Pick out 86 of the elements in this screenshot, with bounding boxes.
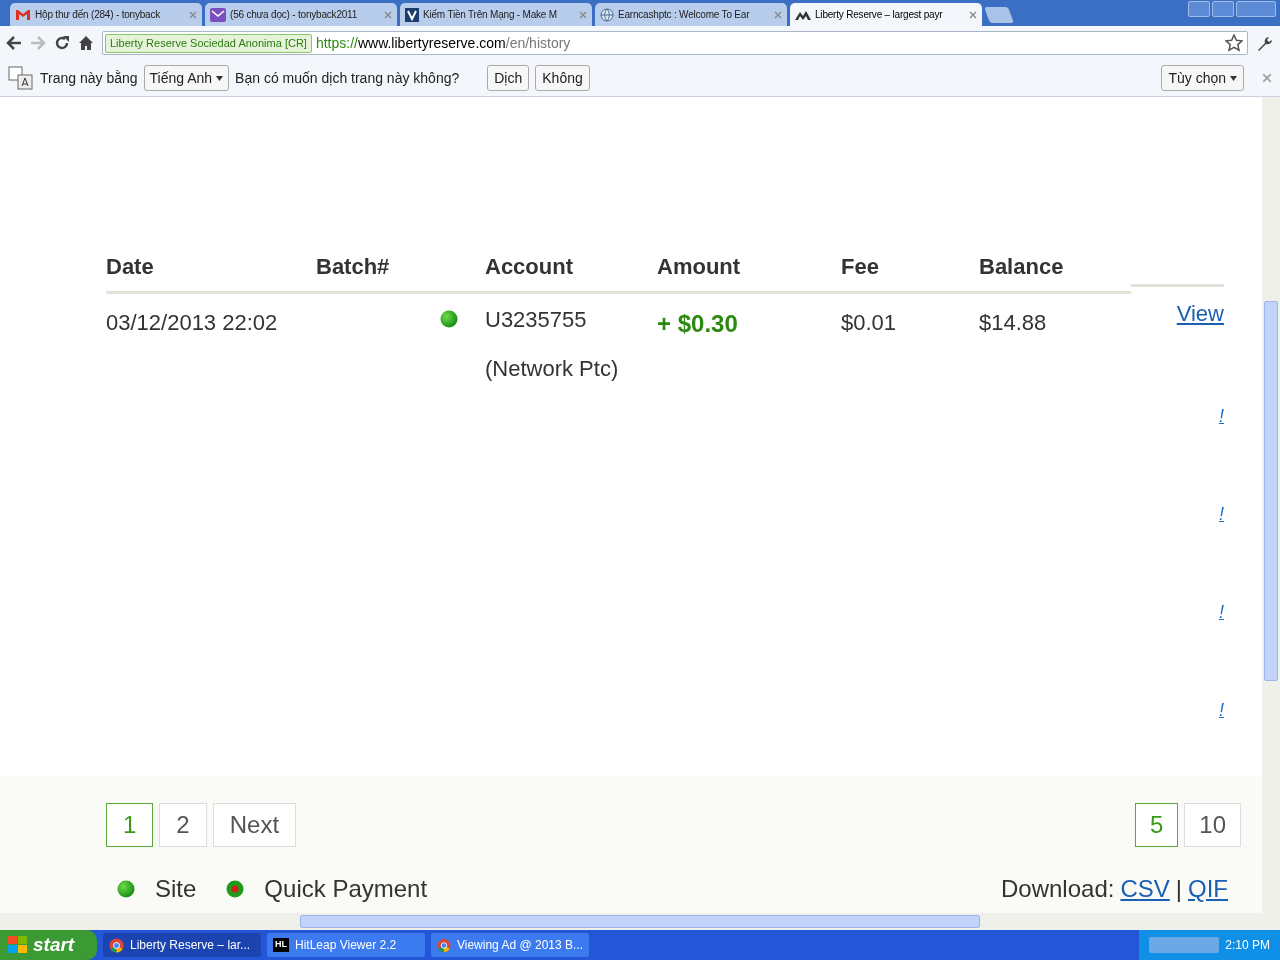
forward-icon[interactable] — [30, 36, 46, 50]
column-header: Amount — [657, 253, 742, 281]
browser-tab[interactable]: (56 chưa đọc) - tonyback2011 — [205, 3, 397, 26]
column-header: Balance — [979, 253, 1065, 281]
vertical-scrollbar[interactable] — [1262, 97, 1280, 913]
taskbar-title: Viewing Ad @ 2013 B... — [456, 937, 583, 954]
decline-button[interactable]: Không — [535, 65, 590, 91]
caret-icon — [216, 75, 224, 81]
tab-title: Earncashptc : Welcome To Ear — [618, 8, 751, 22]
address-bar[interactable]: Liberty Reserve Sociedad Anonima [CR] https://www.libertyreserve.com/en/history — [102, 31, 1248, 55]
column-header: Fee — [841, 253, 880, 281]
amount-text: + $0.30 — [657, 309, 739, 339]
table-cell-text: $14.88 — [979, 309, 1048, 337]
download-label: Download: — [1001, 874, 1115, 904]
clock-text: 2:10 PM — [1225, 937, 1270, 954]
table-cell-text: $0.01 — [841, 309, 898, 337]
app-logo-icon: HL — [273, 938, 289, 952]
table-cell-text: 03/12/2013 22:02 — [106, 309, 279, 337]
view-link[interactable]: View — [1176, 297, 1224, 330]
taskbar-title: Liberty Reserve – lar... — [130, 937, 251, 954]
windows-logo-icon — [8, 936, 28, 954]
chrome-icon — [109, 937, 124, 953]
close-icon[interactable] — [384, 10, 392, 19]
link[interactable]: ! — [1219, 502, 1224, 526]
translate-prompt: Trang này bằng — [40, 68, 138, 88]
taskbar-item[interactable]: HL HitLeap Viewer 2.2 — [267, 933, 425, 957]
link[interactable]: ! — [1219, 404, 1224, 428]
close-icon[interactable] — [774, 10, 782, 19]
home-icon[interactable] — [78, 35, 94, 51]
page-size-button[interactable]: 10 — [1184, 803, 1241, 847]
scroll-thumb[interactable] — [300, 915, 980, 928]
close-icon[interactable] — [579, 10, 587, 19]
close-icon[interactable] — [969, 10, 977, 19]
wrench-icon[interactable] — [1256, 34, 1274, 52]
browser-tab[interactable]: Earncashptc : Welcome To Ear — [595, 3, 787, 26]
column-header: Account — [485, 253, 574, 281]
envelope-icon — [210, 7, 226, 22]
tab-title: Kiếm Tiền Trên Mạng - Make M — [423, 8, 558, 22]
tab-title: (56 chưa đọc) - tonyback2011 — [230, 8, 359, 22]
csv-link[interactable]: CSV — [1120, 871, 1170, 907]
new-tab-button[interactable] — [984, 7, 1014, 23]
browser-tab[interactable]: Kiếm Tiền Trên Mạng - Make M — [400, 3, 592, 26]
translate-icon — [8, 66, 34, 90]
browser-tab[interactable]: Liberty Reserve – largest payr — [790, 3, 982, 26]
minimize-icon[interactable] — [1188, 1, 1210, 17]
separator-text: | — [1175, 874, 1182, 904]
close-icon[interactable] — [1262, 73, 1272, 83]
horizontal-scrollbar[interactable] — [0, 913, 1280, 930]
caret-icon — [1230, 75, 1237, 81]
page-button[interactable]: 2 — [159, 803, 207, 847]
column-header: Batch# — [316, 253, 391, 281]
back-icon[interactable] — [6, 36, 22, 50]
translate-button[interactable]: Dịch — [487, 65, 530, 91]
scroll-thumb[interactable] — [1264, 301, 1278, 681]
column-header: Date — [106, 253, 155, 281]
mail-icon — [15, 8, 31, 21]
link[interactable]: ! — [1219, 600, 1224, 624]
url-text: https://www.libertyreserve.com/en/history — [315, 33, 571, 53]
account-text: (Network Ptc) — [485, 355, 620, 382]
taskbar-title: HitLeap Viewer 2.2 — [295, 937, 397, 954]
close-icon[interactable] — [189, 10, 197, 19]
reload-icon[interactable] — [54, 35, 70, 51]
restore-icon[interactable] — [1212, 1, 1234, 17]
language-dropdown[interactable]: Tiếng Anh — [143, 65, 230, 91]
link[interactable]: ! — [1219, 698, 1224, 722]
close-window-icon[interactable] — [1236, 1, 1276, 17]
page-button[interactable]: Next — [212, 803, 297, 847]
site-logo-icon — [405, 7, 419, 22]
page-size-button[interactable]: 5 — [1134, 803, 1179, 847]
taskbar-item[interactable]: Liberty Reserve – lar... — [103, 933, 261, 957]
globe-icon — [600, 7, 614, 22]
star-icon[interactable] — [1225, 34, 1243, 52]
options-dropdown[interactable]: Tùy chọn — [1161, 65, 1244, 91]
page-button[interactable]: 1 — [106, 803, 154, 847]
tab-title: Hộp thư đến (284) - tonyback — [35, 8, 162, 22]
qif-link[interactable]: QIF — [1188, 871, 1228, 907]
translate-question: Bạn có muốn dịch trang này không? — [235, 68, 460, 88]
chrome-icon — [437, 937, 451, 953]
legend-label: Site — [155, 874, 197, 904]
browser-tab[interactable]: Hộp thư đến (284) - tonyback — [10, 3, 202, 26]
legend-label: Quick Payment — [264, 874, 428, 904]
security-badge[interactable]: Liberty Reserve Sociedad Anonima [CR] — [105, 33, 312, 53]
account-text: U3235755 — [485, 306, 588, 333]
tab-title: Liberty Reserve – largest payr — [815, 8, 944, 22]
start-button[interactable]: start — [0, 930, 97, 960]
taskbar-item[interactable]: Viewing Ad @ 2013 B... — [431, 933, 589, 957]
